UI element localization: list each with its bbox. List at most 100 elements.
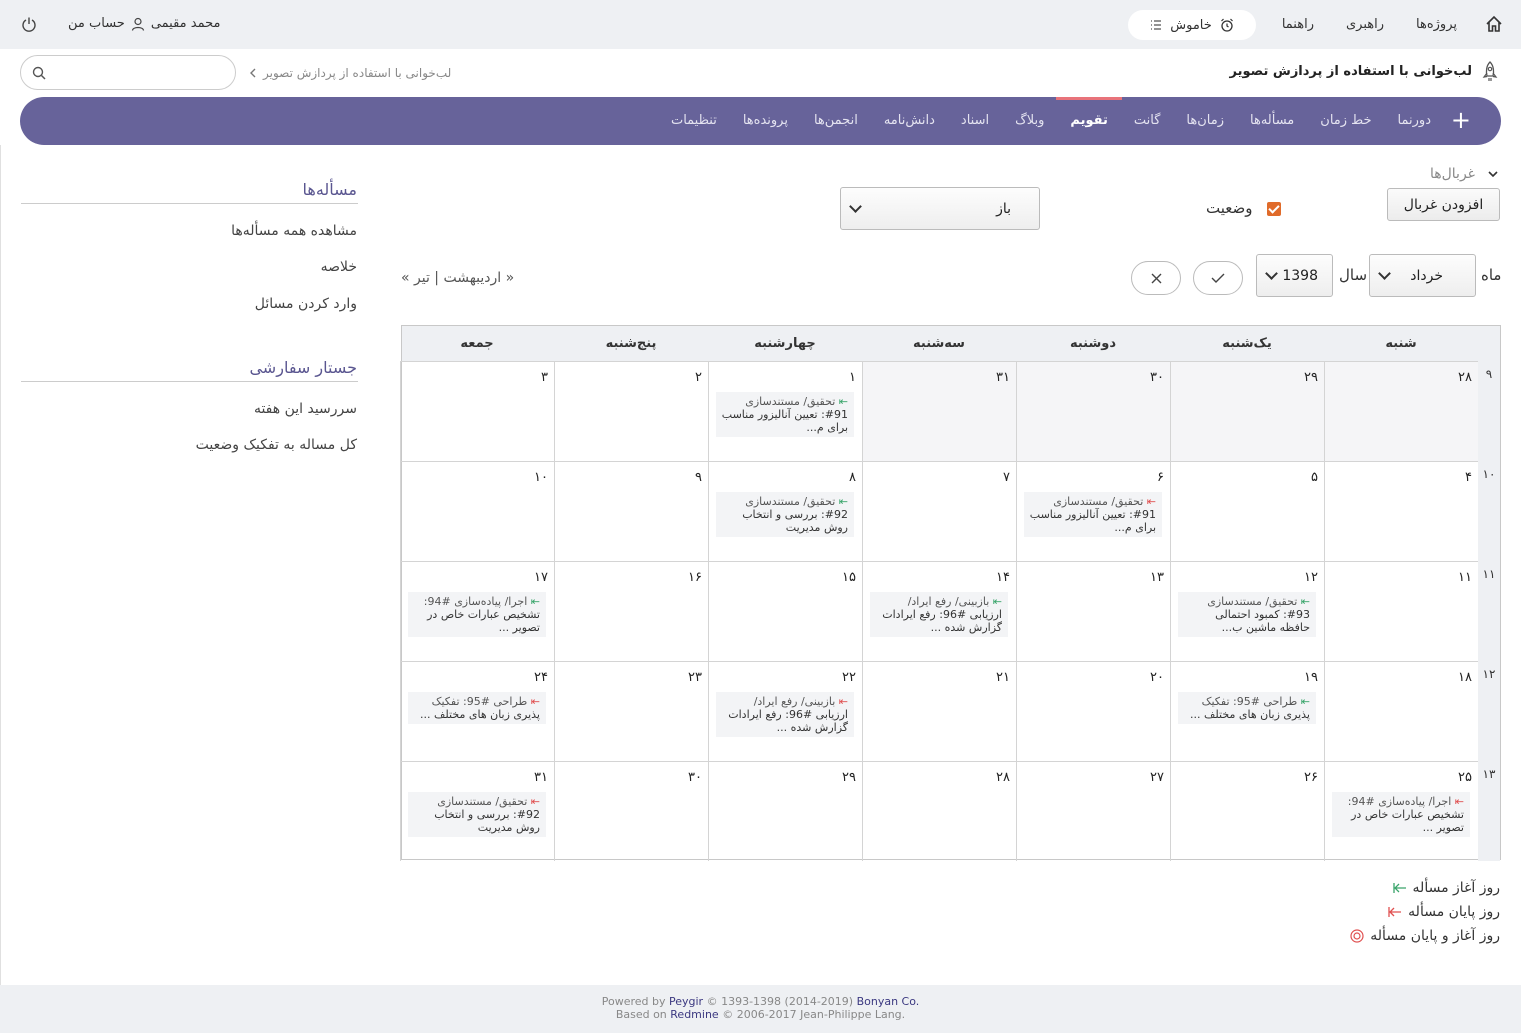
tab-activity[interactable]: خط زمان [1320,97,1371,145]
month-select[interactable]: خرداد [1369,254,1476,297]
tab-overview[interactable]: دورنما [1398,97,1431,145]
logout-power-icon[interactable] [21,16,37,32]
calendar-issue[interactable]: ⇤ تحقیق/ مستندسازی #92: بررسی و انتخاب رو… [716,492,854,537]
breadcrumb[interactable]: لب‌خوانی با استفاده از پردازش تصویر [249,66,451,80]
tab-files[interactable]: پرونده‌ها [743,97,788,145]
day-number: ۲۱ [996,670,1010,685]
calendar-issue[interactable]: ⇤ تحقیق/ مستندسازی #91: تعیین آنالیزور من… [716,392,854,437]
calendar-issue[interactable]: ⇤ اجرا/ پیاده‌سازی #94: تشخیص عبارات خاص … [408,592,546,637]
day-number: ۲۶ [1304,770,1318,785]
year-select[interactable]: 1398 [1256,254,1333,297]
issue-subject-link[interactable]: ارزیابی #96: رفع ایرادات گزارش شده ... [720,708,848,734]
top-nav-help[interactable]: راهنما [1282,17,1314,32]
calendar-day-cell: ۲ [554,361,708,461]
apply-button[interactable] [1193,261,1243,295]
calendar-issue[interactable]: ⇤ اجرا/ پیاده‌سازی #94: تشخیص عبارات خاص … [1332,792,1470,837]
sidebar-link-by-status[interactable]: کل مساله به تفکیک وضعیت [196,437,357,453]
user-name[interactable]: محمد مقیمی [151,16,221,31]
day-number: ۱۵ [842,570,856,585]
tab-calendar[interactable]: تقویم [1056,97,1123,145]
issue-subject-link[interactable]: تشخیص عبارات خاص در تصویر ... [1336,808,1464,834]
day-number: ۱۱ [1458,570,1472,585]
legend-end-label: روز پایان مسأله [1408,904,1500,920]
user-icon [131,17,144,31]
clear-button[interactable] [1131,261,1181,295]
start-arrow-icon: ⇤ [527,595,540,608]
divider [21,381,358,382]
calendar-day-cell: ۱۶ [554,561,708,661]
calendar-issue[interactable]: ⇤ طراحی #95: تفکیک پذیری زبان های مختلف .… [408,692,546,724]
breadcrumb-project[interactable]: لب‌خوانی با استفاده از پردازش تصویر [263,66,451,80]
filters-legend[interactable]: غربال‌ها [1430,166,1475,182]
tab-documents[interactable]: اسناد [961,97,989,145]
tab-news[interactable]: وبلاگ [1015,97,1044,145]
day-number: ۴ [1465,470,1472,485]
tab-gantt[interactable]: گانت [1134,97,1161,145]
calendar-issue[interactable]: ⇤ تحقیق/ مستندسازی #92: بررسی و انتخاب رو… [408,792,546,837]
sidebar-custom-queries-title: جستار سفارشی [249,358,357,377]
top-nav-projects[interactable]: پروژه‌ها [1416,17,1457,32]
target-circle-icon [1350,929,1364,943]
day-header: یک‌شنبه [1222,336,1272,351]
sidebar-link-all-issues[interactable]: مشاهده همه مسأله‌ها [231,223,357,239]
calendar-issue[interactable]: ⇤ تحقیق/ مستندسازی #91: تعیین آنالیزور من… [1024,492,1162,537]
day-header: پنج‌شنبه [605,336,657,351]
issue-subject-link[interactable]: پذیری زبان های مختلف ... [1182,708,1310,721]
close-icon [1151,273,1161,283]
add-filter-button[interactable]: افزودن غربال [1387,188,1500,221]
day-number: ۱۷ [534,570,548,585]
footer-bonyan-link[interactable]: Bonyan Co. [857,995,920,1008]
legend-start-label: روز آغاز مسأله [1412,880,1500,896]
account-menu[interactable]: محمد مقیمی حساب من [68,16,220,31]
calendar-day-cell: ۱۴ ⇤ بازبینی/ رفع ایراد/ارزیابی #96: رفع … [862,561,1016,661]
footer-text: Powered by [601,995,669,1008]
issue-subject-link[interactable]: ارزیابی #96: رفع ایرادات گزارش شده ... [874,608,1002,634]
day-number: ۳ [541,370,548,385]
issue-subject-link[interactable]: #91: تعیین آنالیزور مناسب برای م... [720,408,848,434]
timer-toggle[interactable]: خاموش [1128,10,1256,40]
issue-subject-link[interactable]: پذیری زبان های مختلف ... [412,708,540,721]
calendar-day-cell: ۶ ⇤ تحقیق/ مستندسازی #91: تعیین آنالیزور م… [1016,461,1170,561]
day-number: ۱۲ [1304,570,1318,585]
top-nav: پروژه‌ها راهبری راهنما [1282,0,1457,49]
day-number: ۱۰ [534,470,548,485]
rocket-icon [1482,61,1498,81]
calendar-header: شنبه یک‌شنبه دوشنبه سه‌شنبه چهارشنبه پنج‌شنبه… [402,326,1500,361]
day-number: ۲۴ [534,670,548,685]
my-account-link[interactable]: حساب من [68,16,125,31]
month-navigation[interactable]: « اردیبهشت | تیر » [401,270,514,286]
issue-subject-link[interactable]: #92: بررسی و انتخاب روش مدیریت [720,508,848,534]
sidebar-link-import[interactable]: وارد کردن مسائل [255,296,357,312]
tab-issues[interactable]: مسأله‌ها [1250,97,1294,145]
search-input[interactable] [20,55,236,90]
tab-forums[interactable]: انجمن‌ها [814,97,858,145]
issue-tracker: تحقیق/ مستندسازی [437,795,528,808]
issue-subject-link[interactable]: تشخیص عبارات خاص در تصویر ... [412,608,540,634]
issue-subject-link[interactable]: #93: کمبود احتمالی حافظه ماشین ب... [1182,608,1310,634]
calendar-issue[interactable]: ⇤ بازبینی/ رفع ایراد/ارزیابی #96: رفع ای… [716,692,854,737]
divider [21,203,358,204]
calendar-day-cell: ۲۹ [708,761,862,861]
calendar-issue[interactable]: ⇤ بازبینی/ رفع ایراد/ارزیابی #96: رفع ای… [870,592,1008,637]
calendar-day-cell: ۱۳ [1016,561,1170,661]
home-icon[interactable] [1485,15,1503,33]
footer-peygir-link[interactable]: Peygir [669,995,703,1008]
day-header: چهارشنبه [754,336,816,351]
chevron-down-icon[interactable] [1487,168,1499,180]
issue-subject-link[interactable]: #92: بررسی و انتخاب روش مدیریت [412,808,540,834]
sidebar-issues-title: مسأله‌ها [302,180,357,199]
footer-redmine-link[interactable]: Redmine [670,1008,718,1021]
status-filter-checkbox[interactable] [1267,202,1281,216]
sidebar-link-summary[interactable]: خلاصه [321,259,357,275]
legend-end: روز پایان مسأله [1388,904,1500,920]
top-nav-admin[interactable]: راهبری [1346,17,1384,32]
new-object-plus-icon[interactable]: + [1451,107,1471,133]
calendar-issue[interactable]: ⇤ تحقیق/ مستندسازی #93: کمبود احتمالی حاف… [1178,592,1316,637]
tab-wiki[interactable]: دانش‌نامه [884,97,935,145]
issue-subject-link[interactable]: #91: تعیین آنالیزور مناسب برای م... [1028,508,1156,534]
status-operator-select[interactable]: باز [840,187,1040,230]
tab-settings[interactable]: تنظیمات [671,97,717,145]
calendar-issue[interactable]: ⇤ طراحی #95: تفکیک پذیری زبان های مختلف .… [1178,692,1316,724]
tab-time-entries[interactable]: زمان‌ها [1186,97,1224,145]
sidebar-link-due-this-week[interactable]: سررسید این هفته [254,401,357,417]
